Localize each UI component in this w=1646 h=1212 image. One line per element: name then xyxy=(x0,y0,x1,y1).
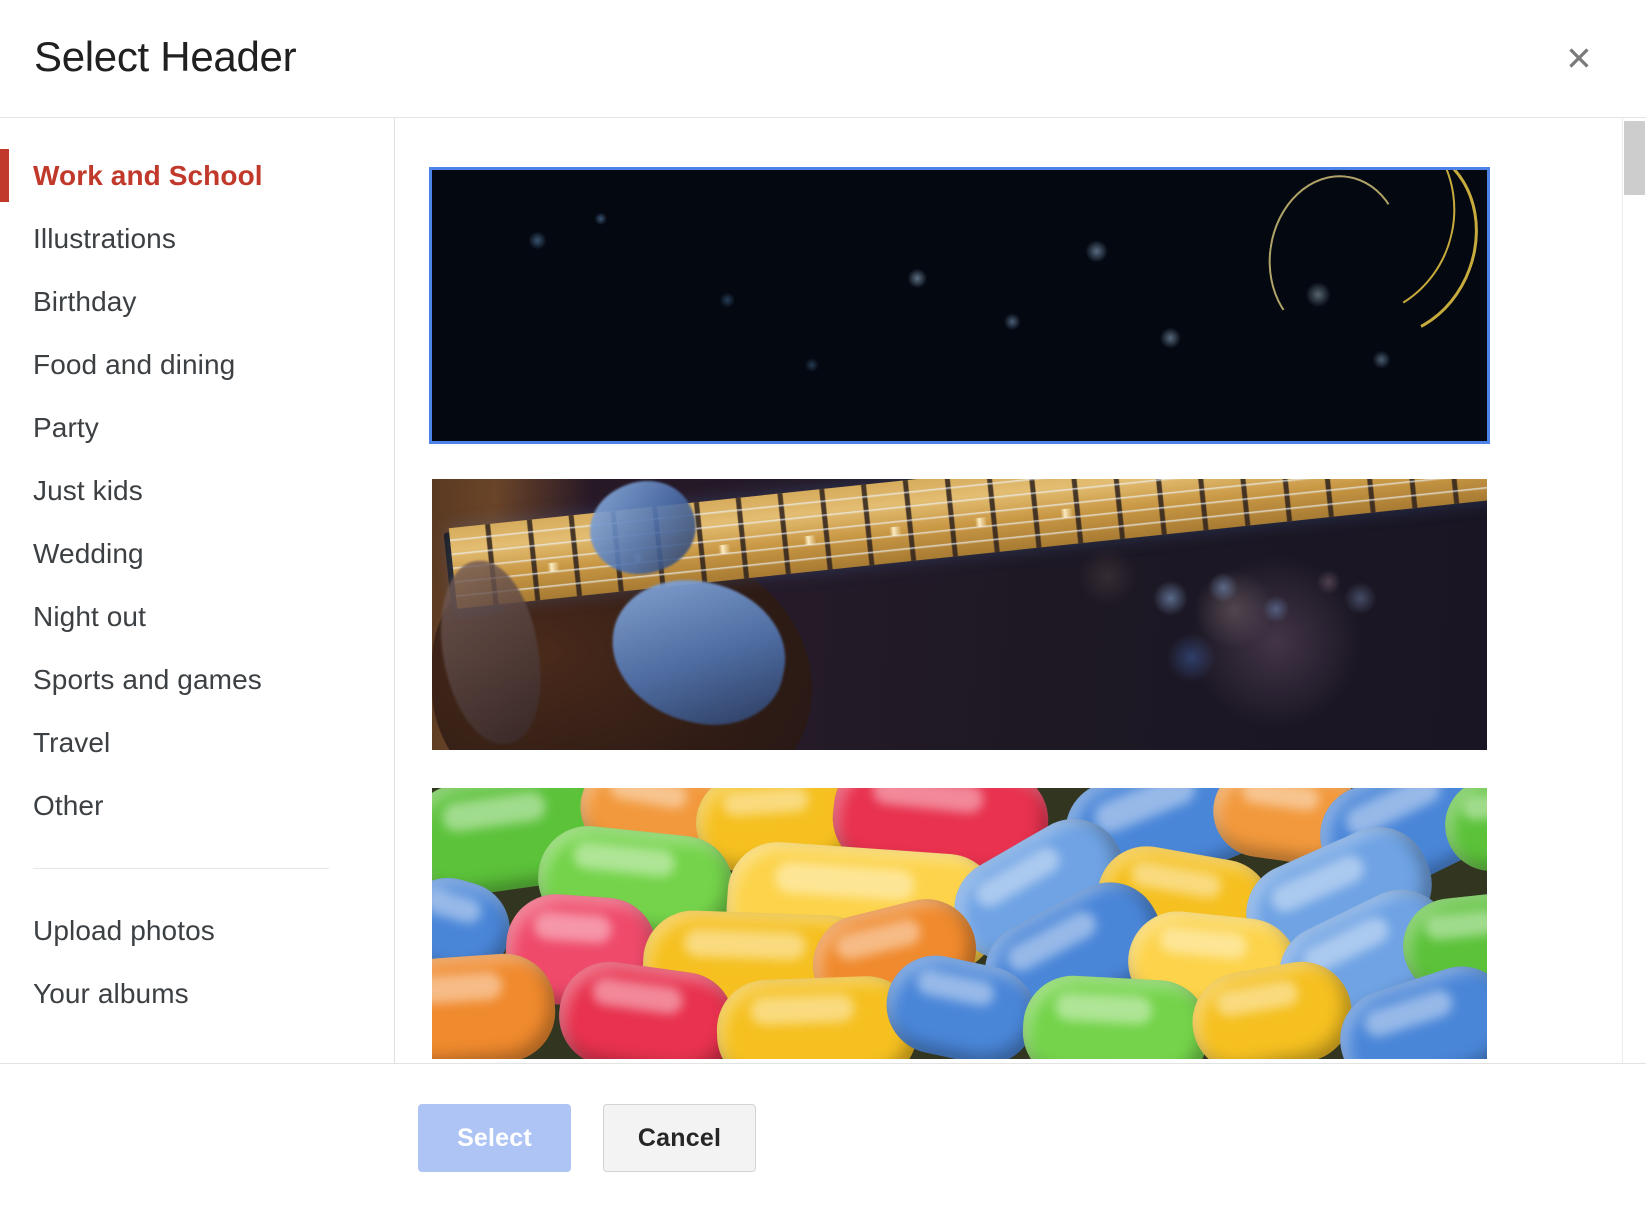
sidebar-item-birthday[interactable]: Birthday xyxy=(0,270,394,333)
sidebar-item-work-and-school[interactable]: Work and School xyxy=(0,144,394,207)
colorful-candy-image xyxy=(432,788,1487,1059)
sidebar-item-label: Your albums xyxy=(33,977,189,1009)
dialog-header: Select Header ✕ xyxy=(0,0,1646,118)
sidebar-source-group: Upload photos Your albums xyxy=(0,899,394,1025)
scrollbar-thumb[interactable] xyxy=(1624,121,1645,195)
sidebar-item-illustrations[interactable]: Illustrations xyxy=(0,207,394,270)
gallery-panel xyxy=(395,118,1646,1063)
fiber-strand-decor xyxy=(1228,170,1479,341)
sidebar-item-upload-photos[interactable]: Upload photos xyxy=(0,899,394,962)
select-header-dialog: Select Header ✕ Work and School Illustra… xyxy=(0,0,1646,1212)
sidebar-item-sports-and-games[interactable]: Sports and games xyxy=(0,648,394,711)
sidebar-item-label: Upload photos xyxy=(33,914,215,946)
header-thumbnail-electric-guitar[interactable] xyxy=(432,479,1487,750)
header-thumbnail-fiber-optic-lights[interactable] xyxy=(429,167,1490,444)
sidebar-item-label: Illustrations xyxy=(33,222,176,254)
fiber-strand-decor xyxy=(1257,170,1414,348)
sidebar-item-just-kids[interactable]: Just kids xyxy=(0,459,394,522)
sidebar-item-label: Food and dining xyxy=(33,348,236,380)
sidebar-item-night-out[interactable]: Night out xyxy=(0,585,394,648)
sidebar-item-label: Just kids xyxy=(33,474,143,506)
close-button[interactable]: ✕ xyxy=(1557,36,1601,80)
close-icon: ✕ xyxy=(1565,39,1593,77)
sidebar-item-food-and-dining[interactable]: Food and dining xyxy=(0,333,394,396)
fiber-optic-image xyxy=(432,170,1487,441)
electric-guitar-image xyxy=(432,479,1487,750)
header-thumbnail-list xyxy=(395,167,1646,1059)
dialog-footer: Select Cancel xyxy=(0,1063,1646,1212)
select-button[interactable]: Select xyxy=(418,1104,571,1172)
sidebar-divider xyxy=(33,868,329,869)
sidebar-item-label: Other xyxy=(33,789,104,821)
candy-piece-decor xyxy=(1020,972,1211,1059)
sidebar-item-label: Travel xyxy=(33,726,111,758)
sidebar-item-label: Work and School xyxy=(33,159,263,191)
sidebar-item-label: Party xyxy=(33,411,99,443)
vertical-scrollbar[interactable] xyxy=(1622,118,1646,1063)
fiber-strand-decor xyxy=(1281,170,1487,362)
sidebar-item-label: Wedding xyxy=(33,537,144,569)
guitar-bokeh-decor xyxy=(432,479,1487,750)
dialog-body: Work and School Illustrations Birthday F… xyxy=(0,118,1646,1063)
sidebar-item-label: Sports and games xyxy=(33,663,262,695)
sidebar-item-other[interactable]: Other xyxy=(0,774,394,837)
gallery-scroll-area xyxy=(395,118,1646,1063)
sidebar-item-label: Birthday xyxy=(33,285,137,317)
sidebar-item-label: Night out xyxy=(33,600,146,632)
cancel-button[interactable]: Cancel xyxy=(603,1104,756,1172)
header-thumbnail-colorful-candy[interactable] xyxy=(432,788,1487,1059)
sidebar-item-wedding[interactable]: Wedding xyxy=(0,522,394,585)
sidebar-item-your-albums[interactable]: Your albums xyxy=(0,962,394,1025)
sidebar-item-travel[interactable]: Travel xyxy=(0,711,394,774)
page-title: Select Header xyxy=(34,33,297,80)
sidebar-item-party[interactable]: Party xyxy=(0,396,394,459)
category-sidebar: Work and School Illustrations Birthday F… xyxy=(0,118,395,1063)
